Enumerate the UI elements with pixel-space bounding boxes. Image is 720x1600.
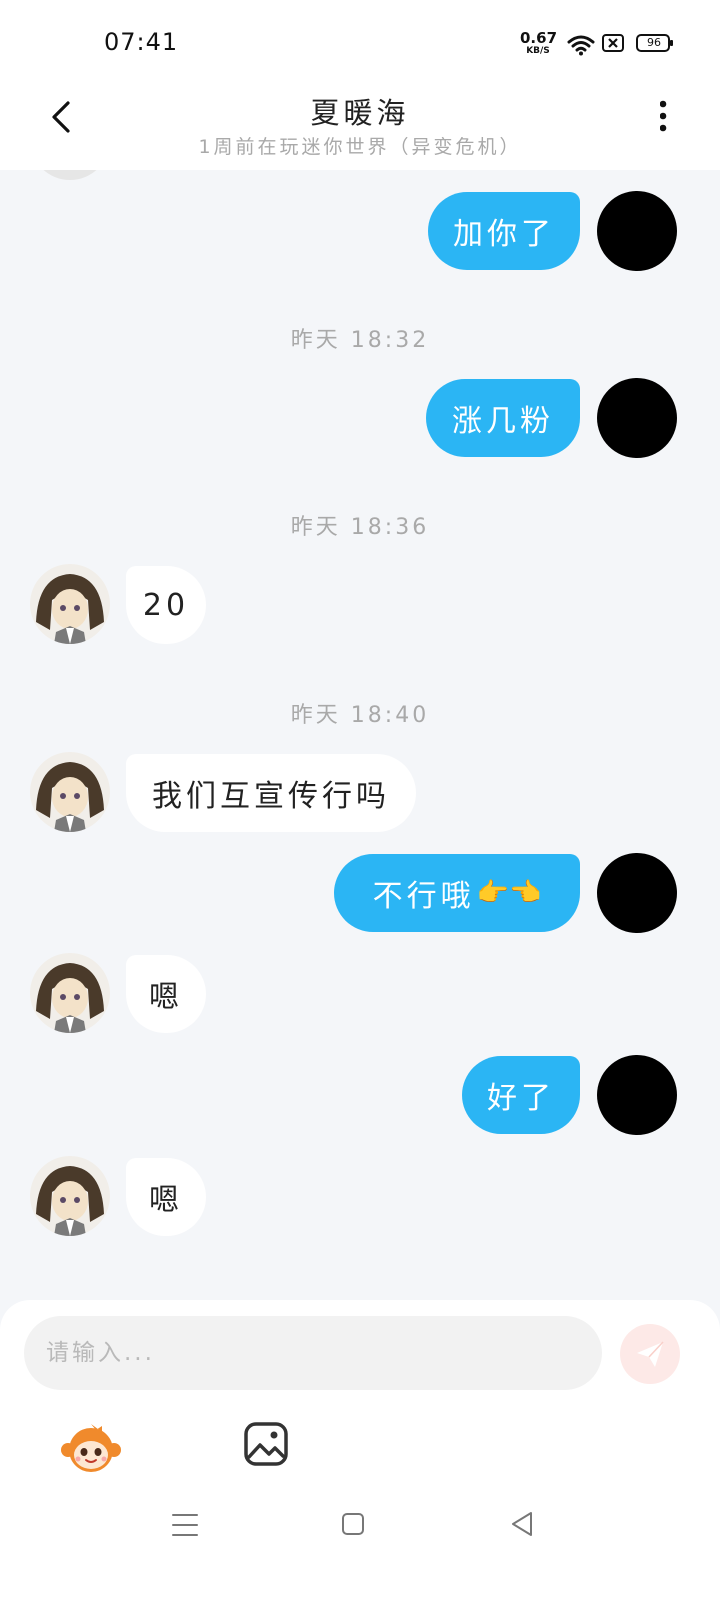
message-bubble-outgoing[interactable]: 加你了 bbox=[428, 192, 580, 270]
message-text: 好了 bbox=[487, 1081, 555, 1116]
message-composer bbox=[0, 1300, 720, 1600]
wifi-icon bbox=[567, 35, 595, 56]
message-bubble-incoming[interactable]: 嗯 bbox=[126, 1158, 206, 1236]
message-bubble-outgoing[interactable]: 好了 bbox=[462, 1056, 580, 1134]
message-timestamp: 昨天 18:40 bbox=[290, 703, 430, 728]
message-bubble-incoming[interactable]: 20 bbox=[126, 566, 206, 644]
home-icon[interactable] bbox=[341, 1512, 365, 1536]
more-vertical-icon bbox=[659, 100, 667, 132]
self-avatar[interactable] bbox=[597, 853, 677, 933]
more-options-button[interactable] bbox=[659, 98, 692, 138]
message-bubble-incoming[interactable]: 我们互宣传行吗 bbox=[126, 754, 416, 832]
contact-avatar[interactable] bbox=[30, 953, 110, 1033]
sticker-button[interactable] bbox=[60, 1420, 122, 1476]
contact-avatar[interactable] bbox=[30, 564, 110, 644]
battery-level: 96 bbox=[647, 36, 661, 49]
contact-avatar[interactable] bbox=[30, 170, 110, 180]
message-text: 我们互宣传行吗 bbox=[152, 779, 390, 814]
sim-no-service-icon bbox=[602, 34, 624, 52]
self-avatar[interactable] bbox=[597, 378, 677, 458]
image-icon bbox=[244, 1422, 288, 1466]
message-text: 涨几粉 bbox=[452, 404, 554, 439]
message-bubble-incoming[interactable]: 嗯 bbox=[126, 955, 206, 1033]
message-bubble-outgoing[interactable]: 不行哦 👉👈 bbox=[334, 854, 580, 932]
network-speed-unit: KB/S bbox=[526, 46, 550, 56]
message-timestamp: 昨天 18:32 bbox=[290, 328, 430, 353]
network-speed-value: 0.67 bbox=[520, 29, 558, 47]
self-avatar[interactable] bbox=[597, 191, 677, 271]
message-text: 嗯 bbox=[149, 980, 183, 1015]
send-button[interactable] bbox=[620, 1324, 680, 1384]
self-avatar[interactable] bbox=[597, 1055, 677, 1135]
message-bubble-outgoing[interactable]: 涨几粉 bbox=[426, 379, 580, 457]
sticker-monkey-icon bbox=[61, 1424, 121, 1472]
network-speed: 0.67 KB/S bbox=[520, 29, 558, 56]
status-time: 07:41 bbox=[104, 28, 179, 56]
message-text: 加你了 bbox=[453, 217, 555, 252]
menu-icon[interactable] bbox=[172, 1513, 198, 1537]
message-text: 不行哦 bbox=[372, 879, 475, 914]
contact-name: 夏暖海 bbox=[310, 96, 410, 130]
message-timestamp: 昨天 18:36 bbox=[290, 515, 430, 540]
message-text: 20 bbox=[142, 587, 190, 623]
chat-header: 夏暖海 1周前在玩迷你世界（异变危机） bbox=[0, 80, 720, 170]
message-input[interactable] bbox=[24, 1316, 602, 1390]
emoji-pointing-fingers: 👉👈 bbox=[476, 878, 542, 908]
message-text: 嗯 bbox=[149, 1183, 183, 1218]
contact-avatar[interactable] bbox=[30, 1156, 110, 1236]
contact-status: 1周前在玩迷你世界（异变危机） bbox=[198, 136, 522, 158]
chat-message-list[interactable]: 加你了 昨天 18:32 涨几粉 昨天 18:36 20 昨天 18:40 我们… bbox=[0, 170, 720, 1300]
image-picker-button[interactable] bbox=[243, 1421, 289, 1467]
back-triangle-icon[interactable] bbox=[510, 1511, 534, 1537]
contact-avatar[interactable] bbox=[30, 752, 110, 832]
paper-plane-icon bbox=[637, 1341, 664, 1367]
status-bar: 07:41 0.67 KB/S 96 bbox=[0, 0, 720, 80]
